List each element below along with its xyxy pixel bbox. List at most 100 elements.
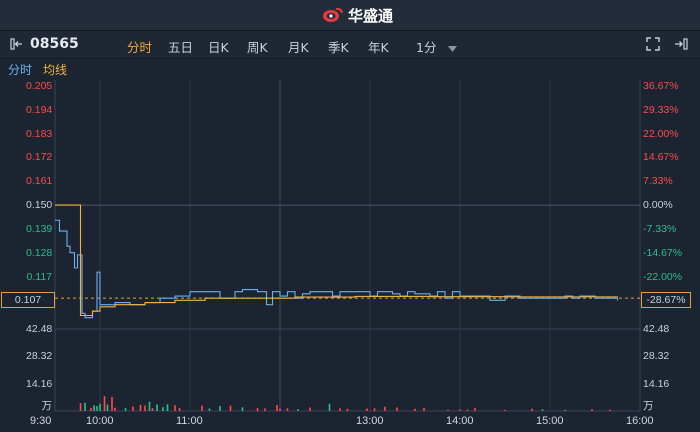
huasheng-logo-icon bbox=[323, 7, 343, 22]
volume-bar bbox=[396, 407, 398, 411]
volume-bar bbox=[148, 401, 151, 411]
change-tick-right: 14.67% bbox=[643, 151, 679, 164]
volume-bar bbox=[241, 407, 244, 411]
x-tick-label: 11:00 bbox=[176, 415, 203, 427]
change-tick-right: 36.67% bbox=[643, 80, 679, 92]
volume-bar bbox=[219, 405, 221, 411]
volume-bar bbox=[84, 402, 86, 411]
volume-unit-right: 万 bbox=[643, 400, 654, 412]
volume-bar bbox=[111, 396, 113, 411]
change-tick-right: -22.00% bbox=[643, 270, 683, 283]
x-tick-label: 14:00 bbox=[446, 415, 474, 427]
change-tick-right: 0.00% bbox=[643, 199, 673, 212]
volume-bar bbox=[144, 405, 146, 411]
volume-bar bbox=[504, 409, 506, 411]
volume-bar bbox=[114, 407, 116, 411]
volume-bar bbox=[384, 406, 386, 411]
volume-bar bbox=[156, 404, 158, 411]
volume-bar bbox=[286, 408, 289, 411]
volume-bar bbox=[309, 407, 311, 411]
price-tick-left: 0.161 bbox=[26, 175, 53, 188]
volume-tick-right: 42.48 bbox=[643, 323, 670, 335]
volume-bar bbox=[276, 405, 278, 411]
volume-bar bbox=[423, 407, 425, 411]
tab-intraday[interactable]: 分时 bbox=[127, 37, 152, 56]
tab-five-day[interactable]: 五日 bbox=[168, 37, 193, 56]
x-tick-label: 9:30 bbox=[30, 415, 52, 427]
legend-price[interactable]: 分时 bbox=[8, 61, 32, 78]
tab-monthly-k[interactable]: 月K bbox=[288, 37, 309, 56]
price-tick-left: 0.128 bbox=[26, 246, 53, 259]
volume-bar bbox=[79, 403, 82, 411]
volume-bar bbox=[447, 409, 449, 411]
stock-code: 08565 bbox=[30, 36, 79, 52]
volume-bar bbox=[178, 408, 181, 411]
volume-bar bbox=[339, 408, 341, 411]
legend-avg[interactable]: 均线 bbox=[43, 61, 67, 78]
volume-bar bbox=[609, 409, 611, 411]
volume-bar bbox=[297, 409, 299, 411]
tab-quarterly-k[interactable]: 季K bbox=[328, 37, 349, 56]
price-tick-left-current: 0.107 bbox=[1, 292, 55, 309]
volume-bar bbox=[474, 408, 476, 411]
volume-bar bbox=[564, 409, 566, 411]
tab-yearly-k[interactable]: 年K bbox=[368, 37, 389, 56]
price-tick-left: 0.150 bbox=[26, 199, 53, 212]
volume-bar bbox=[264, 408, 266, 411]
volume-bar bbox=[414, 408, 416, 411]
sidebar-toggle-icon[interactable] bbox=[10, 37, 24, 51]
price-tick-left: 0.194 bbox=[26, 103, 53, 116]
volume-bar bbox=[229, 405, 232, 411]
tab-daily-k[interactable]: 日K bbox=[208, 37, 229, 56]
volume-bar bbox=[174, 405, 176, 411]
price-tick-left: 0.172 bbox=[26, 151, 53, 164]
volume-bar bbox=[591, 409, 593, 411]
x-tick-label: 16:00 bbox=[626, 415, 654, 427]
change-tick-right: 22.00% bbox=[643, 127, 679, 140]
toolbar-right bbox=[646, 37, 688, 51]
toolbar: 08565 分时 五日 日K 周K 月K 季K 年K 1分 bbox=[0, 31, 700, 59]
volume-unit-left: 万 bbox=[41, 400, 53, 412]
volume-bar bbox=[162, 407, 164, 411]
volume-bar bbox=[466, 409, 469, 411]
tab-weekly-k[interactable]: 周K bbox=[247, 37, 268, 56]
brand: 华盛通 bbox=[322, 5, 393, 25]
expand-icon[interactable] bbox=[646, 37, 660, 51]
title-bar: 华盛通 bbox=[0, 0, 700, 31]
avg-line-series bbox=[55, 204, 619, 317]
volume-bar bbox=[208, 408, 211, 411]
volume-bar bbox=[103, 396, 106, 411]
volume-bar bbox=[151, 408, 154, 411]
volume-bar bbox=[201, 405, 203, 411]
volume-bar bbox=[256, 408, 259, 411]
volume-bar bbox=[531, 408, 533, 411]
change-tick-right: -7.33% bbox=[643, 222, 677, 235]
volume-tick-left: 28.32 bbox=[26, 350, 53, 363]
interval-value: 1分 bbox=[416, 40, 437, 55]
volume-bar bbox=[132, 406, 134, 411]
volume-bar bbox=[124, 408, 127, 411]
x-tick-label: 13:00 bbox=[356, 415, 384, 427]
volume-bar bbox=[346, 408, 349, 411]
price-line-series bbox=[55, 219, 619, 319]
volume-bar bbox=[96, 405, 98, 411]
volume-tick-right: 28.32 bbox=[643, 350, 670, 363]
volume-bar bbox=[90, 407, 92, 411]
volume-bar bbox=[328, 403, 331, 411]
collapse-right-icon[interactable] bbox=[674, 37, 688, 51]
price-tick-left: 0.183 bbox=[26, 127, 53, 140]
volume-bar bbox=[106, 404, 109, 411]
price-tick-left: 0.205 bbox=[26, 80, 53, 92]
volume-tick-left: 42.48 bbox=[26, 323, 53, 335]
symbol-group: 08565 bbox=[10, 36, 79, 52]
volume-bar bbox=[366, 408, 368, 411]
chart-legend: 分时 均线 bbox=[0, 59, 700, 79]
change-tick-right: -14.67% bbox=[643, 246, 683, 259]
volume-bar bbox=[93, 405, 95, 411]
interval-select[interactable]: 1分 bbox=[416, 37, 458, 56]
volume-bar bbox=[166, 404, 169, 411]
volume-bar bbox=[459, 409, 461, 411]
chevron-down-icon bbox=[448, 45, 458, 52]
volume-bar bbox=[99, 403, 101, 411]
change-tick-right: 29.33% bbox=[643, 103, 679, 116]
